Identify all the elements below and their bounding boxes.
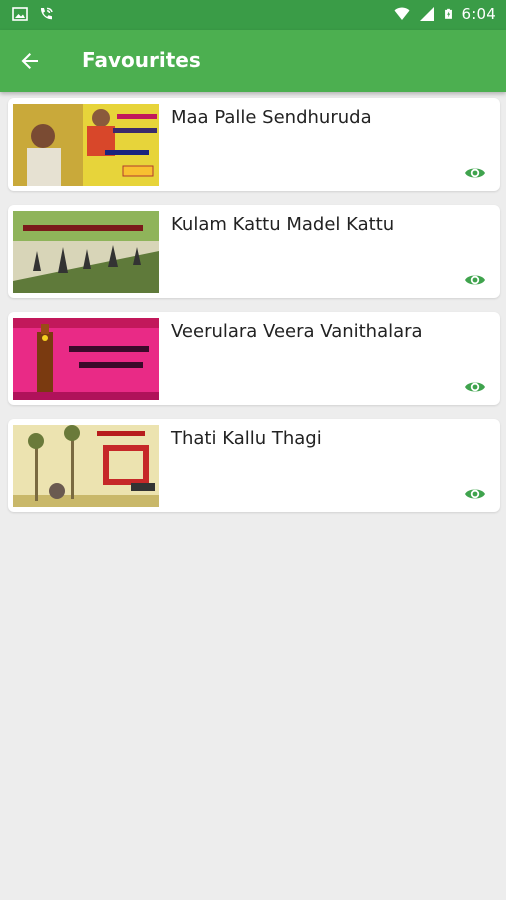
song-title[interactable]: Maa Palle Sendhuruda <box>171 107 372 128</box>
back-button[interactable] <box>14 45 46 77</box>
song-thumbnail-1[interactable] <box>13 104 159 186</box>
favourite-item[interactable]: Veerulara Veera Vanithalara <box>8 312 500 405</box>
battery-icon <box>444 8 452 19</box>
arrow-back-icon <box>21 53 38 69</box>
eye-icon[interactable] <box>464 272 486 288</box>
eye-icon[interactable] <box>464 486 486 502</box>
eye-icon[interactable] <box>464 165 486 181</box>
status-bar: 6:04 <box>0 0 506 30</box>
page-title: Favourites <box>82 48 201 72</box>
app-bar: Favourites <box>0 30 506 92</box>
song-thumbnail-2[interactable] <box>13 211 159 293</box>
image-icon <box>12 7 28 21</box>
song-thumbnail-4[interactable] <box>13 425 159 507</box>
wifi-calling-icon <box>40 7 53 20</box>
signal-icon <box>419 7 434 21</box>
favourite-item[interactable]: Kulam Kattu Madel Kattu <box>8 205 500 298</box>
song-title[interactable]: Thati Kallu Thagi <box>171 428 322 449</box>
favourites-list: Maa Palle Sendhuruda Kulam Kattu Madel K… <box>8 98 500 526</box>
song-title[interactable]: Kulam Kattu Madel Kattu <box>171 214 394 235</box>
favourite-item[interactable]: Thati Kallu Thagi <box>8 419 500 512</box>
song-title[interactable]: Veerulara Veera Vanithalara <box>171 321 423 342</box>
status-time: 6:04 <box>461 5 496 23</box>
song-thumbnail-3[interactable] <box>13 318 159 400</box>
wifi-icon <box>394 7 410 20</box>
eye-icon[interactable] <box>464 379 486 395</box>
favourite-item[interactable]: Maa Palle Sendhuruda <box>8 98 500 191</box>
